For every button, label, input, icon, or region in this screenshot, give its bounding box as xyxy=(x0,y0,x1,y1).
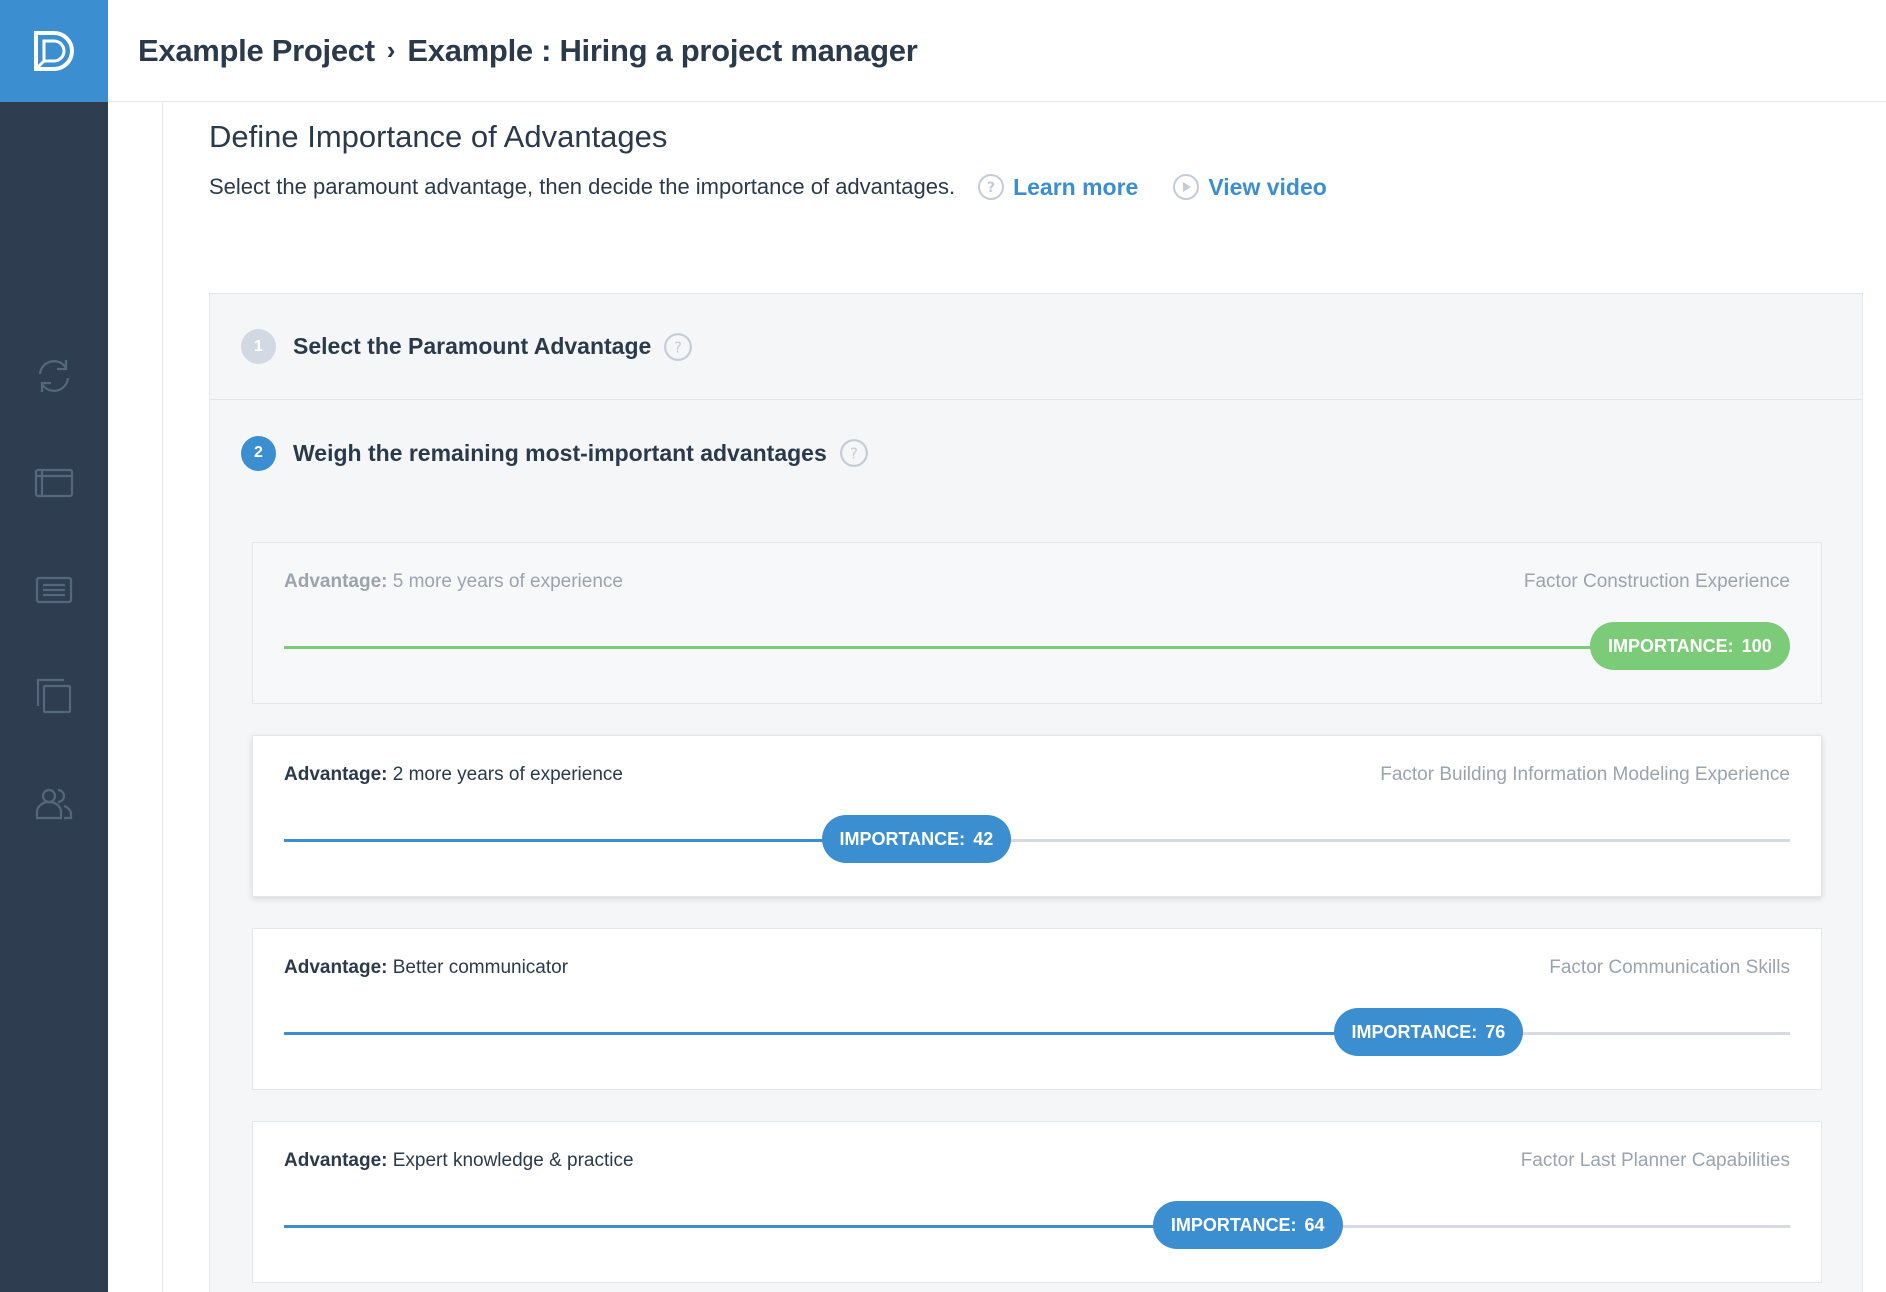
step-number: 2 xyxy=(241,435,276,471)
view-video-label: View video xyxy=(1208,173,1327,200)
advantage-card: Advantage: Better communicator Factor Co… xyxy=(252,928,1822,1090)
sync-icon[interactable] xyxy=(28,350,80,402)
advantage-card: Advantage: 5 more years of experience Fa… xyxy=(252,542,1822,704)
importance-handle[interactable]: IMPORTANCE: 64 xyxy=(1152,1201,1343,1249)
copy-icon[interactable] xyxy=(28,670,80,722)
importance-slider[interactable]: IMPORTANCE: 76 xyxy=(284,1008,1790,1056)
advantage-text: Advantage: 2 more years of experience xyxy=(284,764,623,786)
header: Example Project › Example : Hiring a pro… xyxy=(108,0,1886,102)
advantage-prefix: Advantage: xyxy=(284,571,388,592)
step-label: Weigh the remaining most-important advan… xyxy=(293,439,827,466)
importance-slider[interactable]: IMPORTANCE: 100 xyxy=(284,622,1790,670)
importance-slider[interactable]: IMPORTANCE: 64 xyxy=(284,1201,1790,1249)
svg-text:?: ? xyxy=(674,338,682,356)
importance-label: IMPORTANCE: xyxy=(1170,1214,1297,1235)
advantage-value: Better communicator xyxy=(392,957,569,978)
users-icon[interactable] xyxy=(28,778,80,830)
breadcrumb-separator: › xyxy=(386,35,396,65)
factor-label: Factor Last Planner Capabilities xyxy=(1520,1150,1790,1171)
sidebar xyxy=(0,0,108,1292)
factor-label: Factor Building Information Modeling Exp… xyxy=(1380,764,1790,785)
page-subtitle: Select the paramount advantage, then dec… xyxy=(209,174,956,199)
importance-handle[interactable]: IMPORTANCE: 42 xyxy=(821,815,1012,863)
importance-label: IMPORTANCE: xyxy=(1351,1021,1478,1042)
breadcrumb: Example Project › Example : Hiring a pro… xyxy=(138,32,918,69)
importance-handle[interactable]: IMPORTANCE: 76 xyxy=(1333,1008,1524,1056)
list-icon[interactable] xyxy=(28,564,80,616)
svg-text:?: ? xyxy=(850,444,858,462)
advantage-value: 5 more years of experience xyxy=(392,571,623,592)
importance-value: 42 xyxy=(973,828,994,849)
step-weigh-advantages[interactable]: 2 Weigh the remaining most-important adv… xyxy=(210,400,1862,506)
advantage-value: 2 more years of experience xyxy=(392,764,623,785)
page-title: Define Importance of Advantages xyxy=(209,119,668,154)
advantage-card: Advantage: 2 more years of experience Fa… xyxy=(252,735,1822,897)
factor-label: Factor Construction Experience xyxy=(1523,571,1790,592)
steps-panel: 1 Select the Paramount Advantage ? 2 Wei… xyxy=(209,293,1863,1292)
help-circle-icon: ? xyxy=(977,173,1005,201)
advantage-text: Advantage: Better communicator xyxy=(284,957,568,979)
logo-icon xyxy=(34,31,74,71)
importance-value: 64 xyxy=(1304,1214,1325,1235)
folder-icon[interactable] xyxy=(28,456,80,508)
step-select-paramount[interactable]: 1 Select the Paramount Advantage ? xyxy=(210,294,1862,400)
advantage-prefix: Advantage: xyxy=(284,957,388,978)
slider-fill xyxy=(284,646,1790,649)
slider-fill xyxy=(284,1032,1429,1035)
step-number: 1 xyxy=(241,329,276,364)
breadcrumb-project[interactable]: Example Project xyxy=(138,33,375,69)
importance-label: IMPORTANCE: xyxy=(839,828,966,849)
view-video-link[interactable]: View video xyxy=(1172,173,1327,201)
help-circle-icon[interactable]: ? xyxy=(663,332,693,362)
breadcrumb-decision: Example : Hiring a project manager xyxy=(407,32,918,68)
learn-more-label: Learn more xyxy=(1013,173,1139,200)
importance-slider[interactable]: IMPORTANCE: 42 xyxy=(284,815,1790,863)
importance-handle[interactable]: IMPORTANCE: 100 xyxy=(1590,622,1790,670)
play-circle-icon xyxy=(1172,173,1200,201)
advantage-text: Advantage: Expert knowledge & practice xyxy=(284,1150,634,1172)
factor-label: Factor Communication Skills xyxy=(1549,957,1790,978)
advantage-text: Advantage: 5 more years of experience xyxy=(284,571,623,593)
help-circle-icon[interactable]: ? xyxy=(839,438,869,468)
importance-label: IMPORTANCE: xyxy=(1608,635,1734,656)
advantage-value: Expert knowledge & practice xyxy=(392,1150,634,1171)
importance-value: 100 xyxy=(1741,635,1772,656)
advantage-prefix: Advantage: xyxy=(284,1150,388,1171)
importance-value: 76 xyxy=(1485,1021,1506,1042)
advantage-prefix: Advantage: xyxy=(284,764,388,785)
logo[interactable] xyxy=(0,0,108,102)
learn-more-link[interactable]: ? Learn more xyxy=(977,173,1138,201)
slider-fill xyxy=(284,1225,1248,1228)
page-subtitle-row: Select the paramount advantage, then dec… xyxy=(209,173,1327,201)
svg-text:?: ? xyxy=(987,180,995,196)
advantage-card: Advantage: Expert knowledge & practice F… xyxy=(252,1121,1822,1283)
step-label: Select the Paramount Advantage xyxy=(293,333,652,359)
main-content: Define Importance of Advantages Select t… xyxy=(162,103,1886,1292)
